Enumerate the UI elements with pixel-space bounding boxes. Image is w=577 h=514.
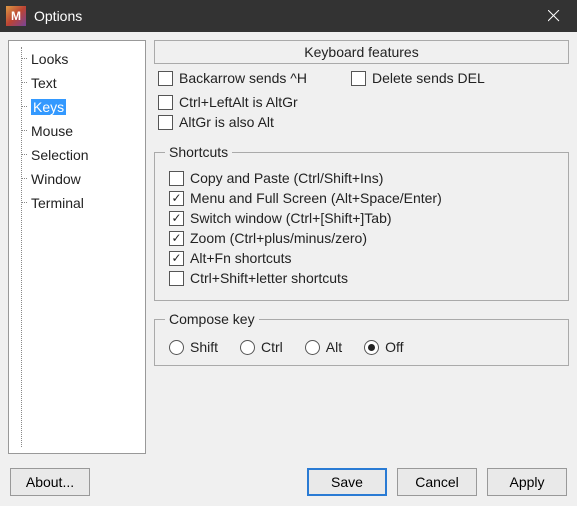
- checkbox-icon: [169, 231, 184, 246]
- checkbox-icon: [158, 115, 173, 130]
- radio-label: Ctrl: [261, 339, 283, 355]
- checkbox-label: AltGr is also Alt: [179, 114, 274, 130]
- radio-icon: [240, 340, 255, 355]
- nav-label: Terminal: [31, 195, 84, 211]
- group-header: Keyboard features: [154, 40, 569, 64]
- checkbox-icon: [169, 251, 184, 266]
- titlebar: M Options: [0, 0, 577, 32]
- radio-label: Shift: [190, 339, 218, 355]
- checkbox-label: Delete sends DEL: [372, 70, 485, 86]
- close-icon: [548, 10, 560, 22]
- checkbox-label: Switch window (Ctrl+[Shift+]Tab): [190, 210, 392, 226]
- apply-button[interactable]: Apply: [487, 468, 567, 496]
- window-title: Options: [34, 8, 531, 24]
- checkbox-ctrl-leftalt[interactable]: Ctrl+LeftAlt is AltGr: [158, 94, 569, 110]
- radio-label: Off: [385, 339, 403, 355]
- content-pane: Keyboard features Backarrow sends ^H Del…: [154, 40, 569, 454]
- category-tree[interactable]: Looks Text Keys Mouse Selection Window T…: [8, 40, 146, 454]
- checkbox-label: Menu and Full Screen (Alt+Space/Enter): [190, 190, 442, 206]
- nav-item-selection[interactable]: Selection: [9, 143, 145, 167]
- checkbox-icon: [169, 191, 184, 206]
- checkbox-switch-window[interactable]: Switch window (Ctrl+[Shift+]Tab): [169, 210, 558, 226]
- radio-off[interactable]: Off: [364, 339, 403, 355]
- checkbox-label: Copy and Paste (Ctrl/Shift+Ins): [190, 170, 383, 186]
- radio-alt[interactable]: Alt: [305, 339, 342, 355]
- compose-key-group: Compose key Shift Ctrl Alt Off: [154, 311, 569, 366]
- checkbox-icon: [158, 95, 173, 110]
- checkbox-label: Ctrl+Shift+letter shortcuts: [190, 270, 348, 286]
- close-button[interactable]: [531, 0, 577, 32]
- radio-icon: [169, 340, 184, 355]
- checkbox-delete[interactable]: Delete sends DEL: [351, 70, 485, 86]
- about-button[interactable]: About...: [10, 468, 90, 496]
- nav-label: Text: [31, 75, 57, 91]
- checkbox-icon: [169, 271, 184, 286]
- nav-label: Selection: [31, 147, 89, 163]
- checkbox-label: Ctrl+LeftAlt is AltGr: [179, 94, 298, 110]
- save-button[interactable]: Save: [307, 468, 387, 496]
- nav-item-looks[interactable]: Looks: [9, 47, 145, 71]
- group-legend: Compose key: [165, 311, 259, 327]
- keyboard-features-group: Keyboard features Backarrow sends ^H Del…: [154, 40, 569, 134]
- group-legend: Shortcuts: [165, 144, 232, 160]
- checkbox-icon: [169, 211, 184, 226]
- radio-icon: [305, 340, 320, 355]
- nav-label: Window: [31, 171, 81, 187]
- client-area: Looks Text Keys Mouse Selection Window T…: [0, 32, 577, 462]
- nav-item-text[interactable]: Text: [9, 71, 145, 95]
- radio-label: Alt: [326, 339, 342, 355]
- nav-item-window[interactable]: Window: [9, 167, 145, 191]
- nav-label: Looks: [31, 51, 68, 67]
- checkbox-copy-paste[interactable]: Copy and Paste (Ctrl/Shift+Ins): [169, 170, 558, 186]
- nav-item-mouse[interactable]: Mouse: [9, 119, 145, 143]
- checkbox-alt-fn[interactable]: Alt+Fn shortcuts: [169, 250, 558, 266]
- checkbox-ctrl-shift-letter[interactable]: Ctrl+Shift+letter shortcuts: [169, 270, 558, 286]
- radio-ctrl[interactable]: Ctrl: [240, 339, 283, 355]
- checkbox-zoom[interactable]: Zoom (Ctrl+plus/minus/zero): [169, 230, 558, 246]
- nav-label: Mouse: [31, 123, 73, 139]
- radio-shift[interactable]: Shift: [169, 339, 218, 355]
- shortcuts-group: Shortcuts Copy and Paste (Ctrl/Shift+Ins…: [154, 144, 569, 301]
- checkbox-backarrow[interactable]: Backarrow sends ^H: [158, 70, 307, 86]
- checkbox-icon: [351, 71, 366, 86]
- app-icon: M: [6, 6, 26, 26]
- checkbox-altgr-alt[interactable]: AltGr is also Alt: [158, 114, 569, 130]
- nav-item-terminal[interactable]: Terminal: [9, 191, 145, 215]
- checkbox-label: Zoom (Ctrl+plus/minus/zero): [190, 230, 367, 246]
- nav-item-keys[interactable]: Keys: [9, 95, 145, 119]
- checkbox-menu-fullscreen[interactable]: Menu and Full Screen (Alt+Space/Enter): [169, 190, 558, 206]
- nav-label: Keys: [31, 99, 66, 115]
- checkbox-label: Backarrow sends ^H: [179, 70, 307, 86]
- cancel-button[interactable]: Cancel: [397, 468, 477, 496]
- checkbox-label: Alt+Fn shortcuts: [190, 250, 292, 266]
- checkbox-icon: [169, 171, 184, 186]
- radio-icon: [364, 340, 379, 355]
- checkbox-icon: [158, 71, 173, 86]
- footer: About... Save Cancel Apply: [0, 462, 577, 506]
